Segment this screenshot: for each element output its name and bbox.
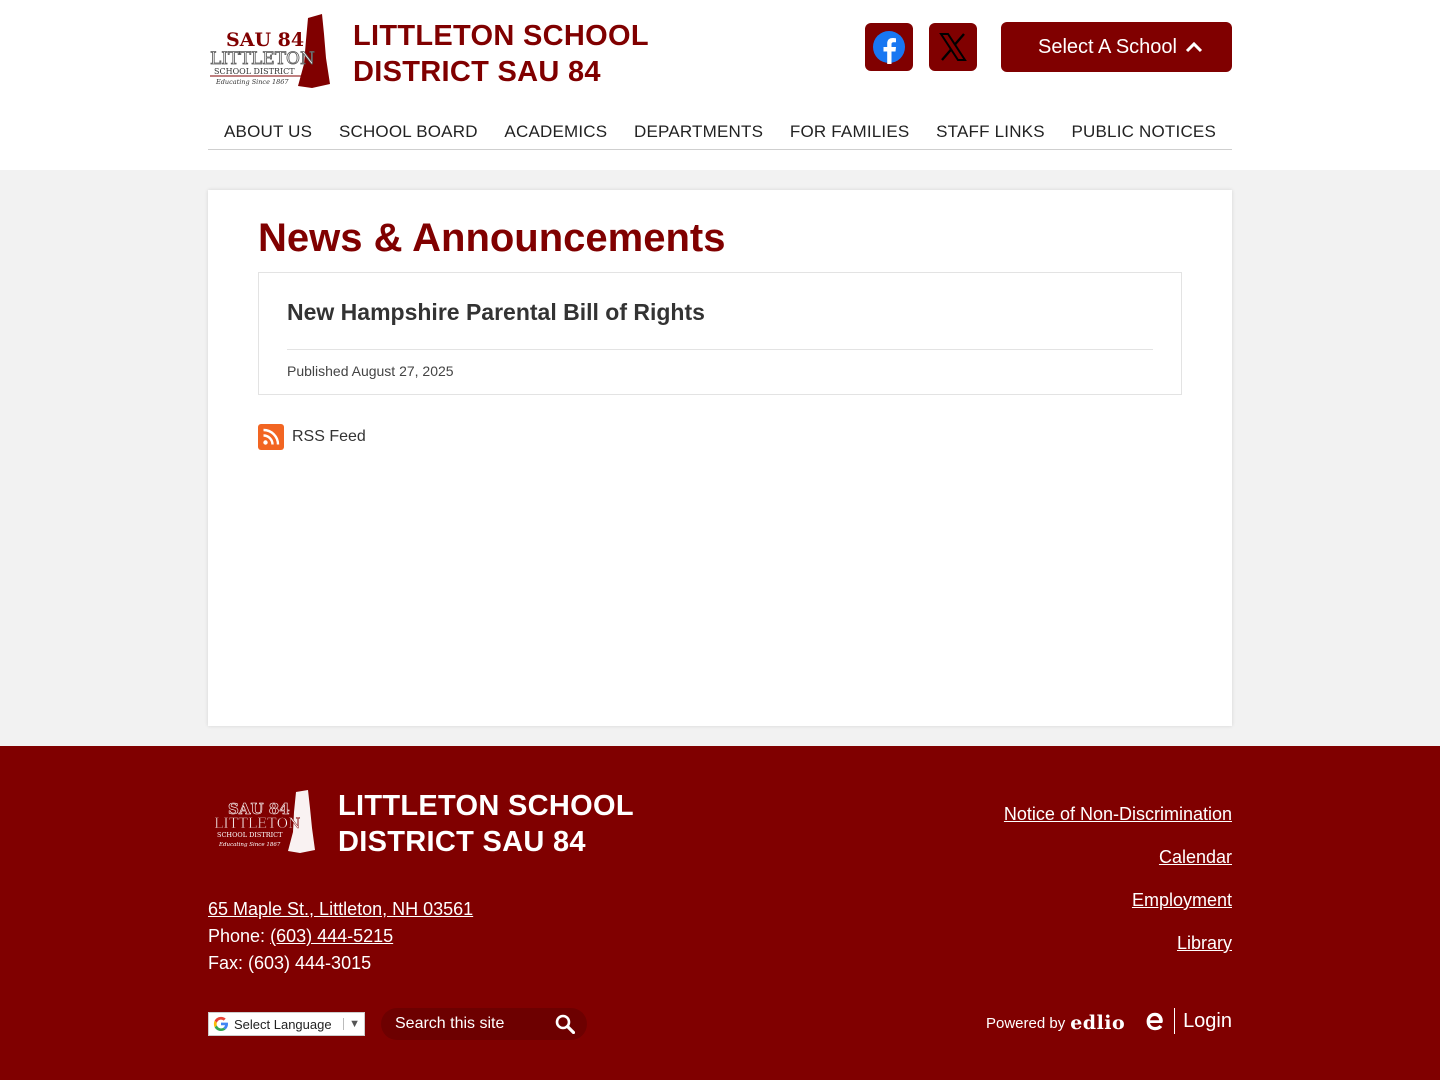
site-search: [381, 1008, 587, 1040]
fax-text: Fax: (603) 444-3015: [208, 953, 372, 973]
x-button[interactable]: [929, 23, 977, 71]
news-divider: [287, 349, 1153, 350]
login-label: Login: [1183, 1009, 1232, 1032]
main-content: News & Announcements New Hampshire Paren…: [208, 190, 1232, 726]
site-title[interactable]: LITTLETON SCHOOL DISTRICT SAU 84: [353, 18, 649, 90]
rss-feed-label: RSS Feed: [292, 428, 366, 445]
language-select-label: Select Language: [234, 1016, 332, 1032]
site-title-line1: LITTLETON SCHOOL: [353, 20, 649, 52]
search-input[interactable]: [393, 1014, 543, 1034]
nav-item-public-notices[interactable]: PUBLIC NOTICES: [1072, 114, 1217, 149]
page-title: News & Announcements: [258, 216, 726, 260]
footer-link-employment[interactable]: Employment: [1132, 890, 1232, 910]
news-published-date: Published August 27, 2025: [287, 363, 454, 379]
footer-title-line2: DISTRICT SAU 84: [338, 826, 586, 858]
edlio-logo: edlio: [1070, 1012, 1126, 1034]
svg-text:SAU 84: SAU 84: [226, 29, 304, 51]
svg-text:LITTLETON: LITTLETON: [214, 816, 300, 832]
news-title-link[interactable]: New Hampshire Parental Bill of Rights: [287, 299, 705, 326]
news-item: New Hampshire Parental Bill of Rights Pu…: [258, 272, 1182, 395]
nav-item-about-us[interactable]: ABOUT US: [224, 114, 312, 149]
google-icon: [213, 1016, 228, 1031]
login-link[interactable]: Login: [1144, 1008, 1232, 1034]
search-button[interactable]: [555, 1014, 575, 1034]
rss-icon: [258, 424, 284, 450]
svg-text:SCHOOL DISTRICT: SCHOOL DISTRICT: [214, 67, 295, 76]
select-school-label: Select A School: [1038, 35, 1177, 58]
site-title-line2: DISTRICT SAU 84: [353, 56, 601, 88]
facebook-button[interactable]: [865, 23, 913, 71]
edlio-e-icon: [1146, 1012, 1163, 1031]
footer-title-line1: LITTLETON SCHOOL: [338, 790, 634, 822]
footer-contact: 65 Maple St., Littleton, NH 03561 Phone:…: [208, 896, 473, 977]
district-logo[interactable]: SAU 84 LITTLETON SCHOOL DISTRICT Educati…: [208, 14, 332, 90]
footer-logo[interactable]: SAU 84 LITTLETON SCHOOL DISTRICT Educati…: [212, 790, 316, 854]
svg-text:Educating Since 1867: Educating Since 1867: [215, 78, 289, 86]
powered-by-label: Powered by: [986, 1014, 1066, 1032]
footer-links: Notice of Non-Discrimination Calendar Em…: [1004, 804, 1232, 976]
search-icon: [555, 1014, 575, 1034]
nav-item-academics[interactable]: ACADEMICS: [504, 114, 607, 149]
site-header: SAU 84 LITTLETON SCHOOL DISTRICT Educati…: [0, 0, 1440, 170]
phone-label: Phone:: [208, 926, 266, 946]
svg-text:Educating Since 1867: Educating Since 1867: [218, 842, 281, 848]
footer-link-non-discrimination[interactable]: Notice of Non-Discrimination: [1004, 804, 1232, 824]
footer-link-library[interactable]: Library: [1177, 933, 1232, 953]
select-school-button[interactable]: Select A School: [1001, 22, 1232, 72]
phone-link[interactable]: (603) 444-5215: [270, 926, 393, 946]
nav-item-for-families[interactable]: FOR FAMILIES: [790, 114, 910, 149]
footer-site-title: LITTLETON SCHOOL DISTRICT SAU 84: [338, 788, 634, 860]
nav-item-staff-links[interactable]: STAFF LINKS: [936, 114, 1045, 149]
x-icon: [939, 33, 967, 61]
nav-item-school-board[interactable]: SCHOOL BOARD: [339, 114, 478, 149]
powered-by-edlio[interactable]: Powered by edlio: [986, 1012, 1125, 1034]
svg-text:SCHOOL DISTRICT: SCHOOL DISTRICT: [217, 831, 283, 839]
facebook-icon: [873, 31, 905, 64]
rss-feed-link[interactable]: RSS Feed: [258, 424, 366, 450]
nav-item-departments[interactable]: DEPARTMENTS: [634, 114, 763, 149]
dropdown-arrow-icon: ▼: [343, 1018, 360, 1030]
login-separator: [1174, 1008, 1176, 1034]
chevron-up-icon: [1185, 41, 1203, 53]
footer-link-calendar[interactable]: Calendar: [1159, 847, 1232, 867]
address-link[interactable]: 65 Maple St., Littleton, NH 03561: [208, 899, 473, 919]
language-select[interactable]: Select Language ▼: [208, 1012, 365, 1036]
main-nav: ABOUT US SCHOOL BOARD ACADEMICS DEPARTME…: [208, 114, 1232, 150]
svg-text:LITTLETON: LITTLETON: [210, 49, 315, 69]
site-footer: SAU 84 LITTLETON SCHOOL DISTRICT Educati…: [0, 746, 1440, 1080]
